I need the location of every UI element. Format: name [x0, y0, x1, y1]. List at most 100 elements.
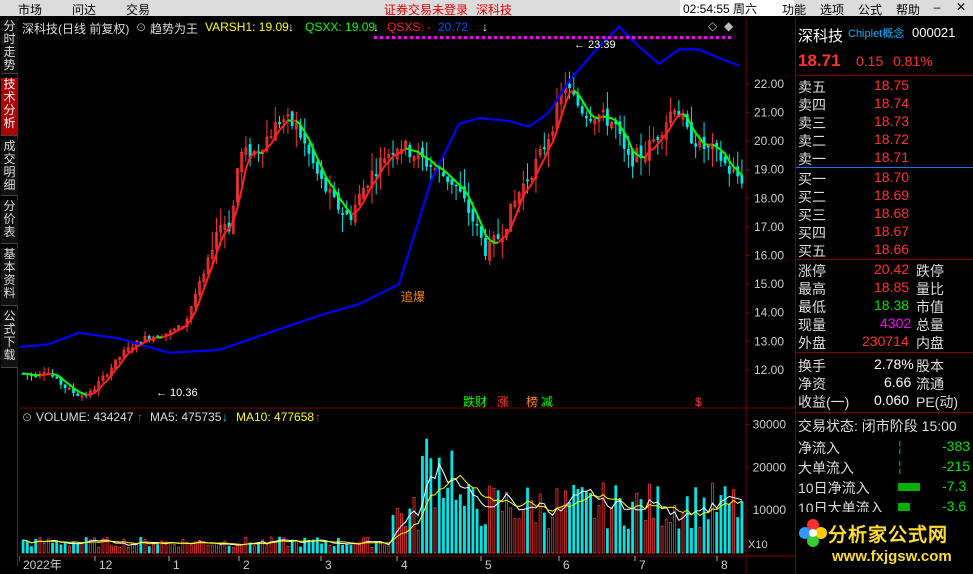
side-tabs: 分时走势 技术分析 成交明细 分价表 基本资料 公式下载	[0, 18, 18, 566]
ma10-value: MA10: 477658	[236, 410, 315, 424]
collapse-icon[interactable]: ◆	[724, 19, 733, 33]
flow-bar	[898, 483, 920, 491]
menu-options[interactable]: 选项	[820, 1, 844, 18]
volume-bar	[311, 539, 315, 554]
candle-body	[740, 174, 744, 184]
bid-label: 买二	[798, 189, 826, 205]
ask-price: 18.71	[874, 149, 910, 165]
notice-stock: 深科技	[476, 3, 513, 17]
ma-line-segment	[161, 335, 167, 339]
varsh1-value: VARSH1: 19.09	[205, 20, 289, 34]
signal-dot	[566, 36, 569, 39]
volume-bar	[299, 546, 302, 554]
time-tick-label: 4	[401, 558, 408, 572]
volume-bar	[656, 486, 660, 554]
candle-body	[471, 208, 475, 222]
price-tick-label: 22.00	[754, 77, 784, 91]
candle-body	[454, 184, 458, 187]
tab-technical[interactable]: 技术分析	[1, 78, 18, 136]
menu-trade[interactable]: 交易	[126, 1, 150, 18]
signal-dot	[542, 36, 545, 39]
stat-label-right: PE(动)	[916, 394, 958, 410]
signal-dot	[638, 36, 641, 39]
menu-bar: 市场 问达 交易 证券交易未登录 深科技 02:54:55 周六 功能 选项 公…	[0, 0, 973, 18]
price-tick-label: 19.00	[754, 163, 784, 177]
volume-bar	[467, 484, 471, 554]
indicator-name[interactable]: 趋势为王	[150, 20, 198, 37]
candle-body	[76, 393, 80, 396]
ma-line-segment	[703, 142, 709, 146]
concept-tag[interactable]: Chiplet概念	[848, 25, 904, 41]
stat-row: 换手 2.78% 股本	[798, 356, 972, 374]
ma-line-segment	[31, 373, 36, 377]
volume-bar	[685, 496, 689, 554]
tab-intraday[interactable]: 分时走势	[1, 20, 18, 74]
menu-help[interactable]: 帮助	[896, 1, 920, 18]
bid-row: 买五 18.66	[798, 241, 972, 259]
stock-header: 深科技 Chiplet概念 000021	[798, 25, 972, 47]
volume-bar	[740, 501, 744, 554]
signal-dot	[416, 36, 419, 39]
candle-body	[315, 161, 319, 174]
signal-dot	[386, 36, 389, 39]
ask-row: 卖三 18.73	[798, 113, 972, 131]
volume-bar	[614, 485, 618, 554]
volume-bar	[677, 528, 681, 554]
stat-label-right: 总量	[916, 317, 944, 333]
ma-line-segment	[405, 147, 410, 151]
bid-price: 18.67	[874, 223, 910, 239]
volume-bar	[345, 543, 349, 554]
ask-label: 卖三	[798, 115, 826, 131]
candle-body	[589, 119, 592, 121]
close-icon[interactable]: ✕	[950, 0, 972, 16]
login-notice[interactable]: 证券交易未登录	[384, 1, 468, 18]
tab-price-table[interactable]: 分价表	[1, 200, 18, 244]
bid-label: 买一	[798, 171, 826, 187]
tab-formula-download[interactable]: 公式下载	[1, 310, 18, 368]
time-tick-label: 1	[173, 558, 180, 572]
kline-chart[interactable]: 12.00 13.00 14.00 15.00 16.00 17.00 18.00 19.00…	[19, 18, 795, 574]
divider	[796, 259, 973, 260]
price-tick-label: 13.00	[754, 334, 784, 348]
ask-label: 卖一	[798, 151, 826, 167]
candle-body	[496, 234, 500, 239]
signal-dot	[716, 36, 719, 39]
volume-bar	[471, 487, 475, 554]
settings-icon[interactable]: ⊙	[136, 20, 146, 34]
stat-value: 0.060	[874, 392, 910, 408]
ma-line-segment	[90, 392, 95, 396]
diamond-icon[interactable]: ◇	[708, 19, 717, 33]
volume-bar	[475, 508, 479, 554]
menu-market[interactable]: 市场	[18, 1, 42, 18]
ma-line-segment	[413, 150, 419, 153]
signal-dot	[404, 36, 407, 39]
price-tick-label: 21.00	[754, 105, 784, 119]
stat-label-right: 市值	[916, 299, 944, 315]
tab-trades[interactable]: 成交明细	[1, 140, 18, 196]
menu-formula[interactable]: 公式	[858, 1, 882, 18]
price-tick-label: 14.00	[754, 306, 784, 320]
signal-dot	[644, 36, 647, 39]
volume-bar	[55, 540, 59, 554]
minimize-icon[interactable]: –	[926, 0, 948, 16]
qsxx-arrow: ↓	[373, 20, 379, 34]
volume-bar	[30, 546, 33, 554]
menu-function[interactable]: 功能	[782, 1, 806, 18]
bid-price: 18.70	[874, 169, 910, 185]
candle-body	[580, 106, 584, 114]
tab-basic-info[interactable]: 基本资料	[1, 248, 18, 306]
volume-bar	[454, 499, 458, 554]
signal-dot	[728, 36, 731, 39]
qsxx-value: QSXX: 19.09	[305, 20, 376, 34]
signal-dot	[410, 36, 413, 39]
volume-bar	[156, 544, 160, 554]
volume-bar	[450, 450, 454, 554]
volume-bar	[51, 542, 54, 554]
stat-row: 最高 18.85 量比	[798, 279, 972, 297]
menu-wenda[interactable]: 问达	[72, 1, 96, 18]
signal-dot	[488, 36, 491, 39]
volume-settings-icon[interactable]: ⊙	[22, 410, 32, 424]
qsxs-extra: 20.72	[438, 20, 469, 34]
divider	[796, 75, 973, 76]
signal-dot	[710, 36, 713, 39]
